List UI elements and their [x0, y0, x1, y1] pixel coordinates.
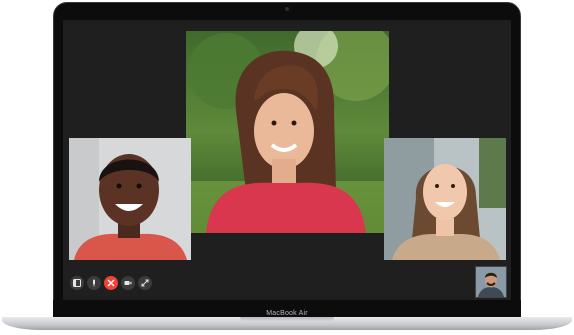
sidebar-icon	[73, 279, 81, 287]
self-preview-video	[476, 267, 506, 297]
right-caller-video	[384, 138, 506, 260]
camera-toggle-button[interactable]	[121, 276, 135, 290]
end-call-button[interactable]	[104, 276, 118, 290]
self-preview-tile[interactable]	[475, 266, 507, 298]
video-tile-right[interactable]	[384, 138, 506, 260]
sidebar-toggle-button[interactable]	[70, 276, 84, 290]
video-camera-icon	[124, 281, 132, 285]
microphone-icon	[93, 279, 95, 287]
main-caller-video	[186, 31, 389, 233]
left-caller-video	[69, 138, 191, 260]
call-controls	[70, 276, 152, 290]
laptop-opening-notch	[240, 317, 334, 322]
fullscreen-button[interactable]	[138, 276, 152, 290]
laptop-scene: MacBook Air	[0, 0, 574, 335]
fullscreen-icon	[141, 279, 149, 287]
end-call-icon	[107, 279, 115, 287]
model-label: MacBook Air	[266, 310, 308, 317]
mute-button[interactable]	[87, 276, 101, 290]
webcam	[285, 7, 289, 11]
video-tile-main[interactable]	[186, 31, 389, 233]
video-tile-left[interactable]	[69, 138, 191, 260]
